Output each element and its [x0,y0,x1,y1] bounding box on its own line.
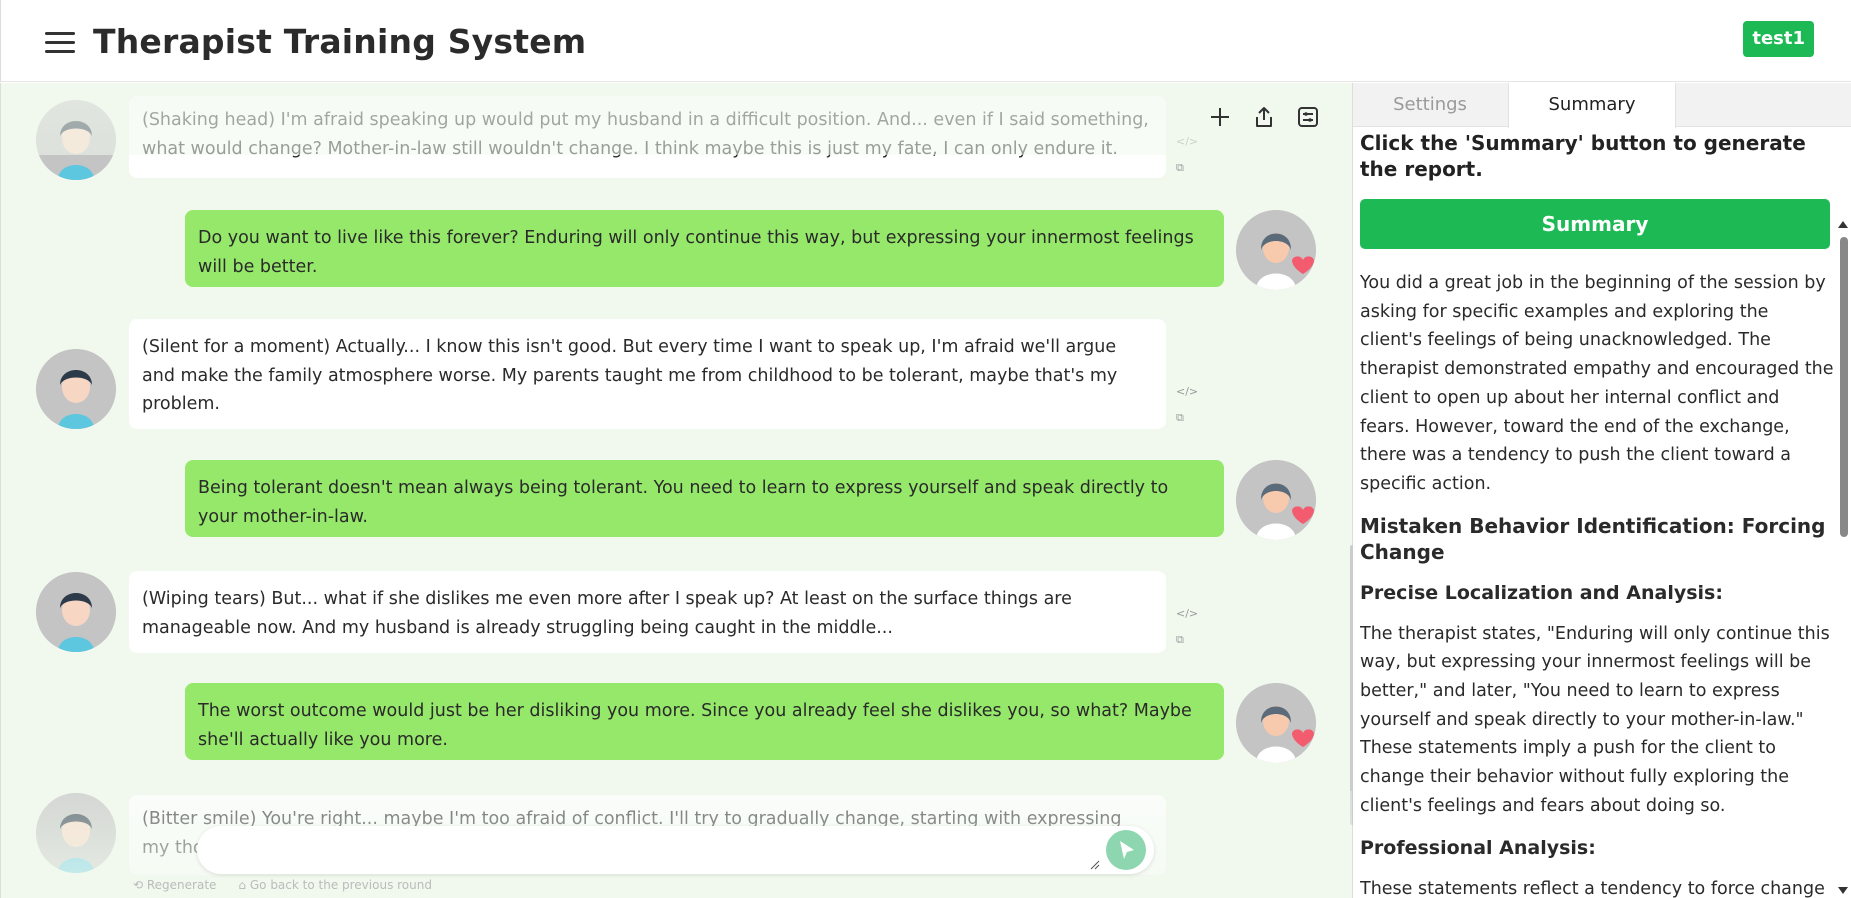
client-avatar [36,793,116,873]
panel-tabs: Settings Summary [1353,83,1851,128]
report-subheading: Precise Localization and Analysis: [1360,581,1723,604]
summary-prompt: Click the 'Summary' button to generate t… [1360,131,1806,181]
chat-toolbar [1208,105,1320,129]
report-paragraph: The therapist states, "Enduring will onl… [1360,623,1830,816]
report-intro: You did a great job in the beginning of … [1360,273,1834,494]
message-text: The worst outcome would just be her disl… [185,683,1224,760]
therapist-avatar [1236,210,1316,290]
settings-sliders-icon[interactable] [1296,105,1320,129]
copy-icon[interactable]: ⧉ [1176,411,1190,425]
summary-panel: Settings Summary Click the 'Summary' but… [1353,83,1851,898]
send-icon [1120,841,1134,859]
bottom-links: ⟲ Regenerate ⌂ Go back to the previous r… [133,878,432,892]
user-badge[interactable]: test1 [1743,21,1814,57]
menu-icon[interactable] [45,32,75,54]
therapist-avatar [1236,460,1316,540]
regenerate-link[interactable]: ⟲ Regenerate [133,878,216,892]
summary-content: Click the 'Summary' button to generate t… [1360,127,1835,898]
app-title: Therapist Training System [93,22,587,61]
report-heading: Mistaken Behavior Identification: Forcin… [1360,513,1826,564]
panel-scrollbar[interactable] [1837,127,1851,898]
client-avatar [36,572,116,652]
copy-icon[interactable]: ⧉ [1176,161,1190,175]
resize-grip-icon[interactable] [1090,860,1100,870]
client-avatar [36,349,116,429]
therapist-avatar [1236,683,1316,763]
code-icon[interactable]: </> [1176,385,1198,399]
message-input-bar [197,826,1154,874]
scroll-thumb[interactable] [1840,237,1848,537]
share-icon[interactable] [1252,105,1276,129]
client-avatar [36,100,116,180]
message-text: (Shaking head) I'm afraid speaking up wo… [129,96,1166,178]
add-icon[interactable] [1208,105,1232,129]
message-text: Being tolerant doesn't mean always being… [185,460,1224,537]
code-icon[interactable]: </> [1176,607,1198,621]
report-paragraph: These statements reflect a tendency to f… [1360,878,1825,898]
report-subheading: Professional Analysis: [1360,836,1596,859]
go-back-link[interactable]: ⌂ Go back to the previous round [238,878,432,892]
message-text: (Silent for a moment) Actually... I know… [129,319,1166,429]
tab-settings[interactable]: Settings [1353,83,1507,127]
message-text: (Wiping tears) But... what if she dislik… [129,571,1166,653]
top-bar: Therapist Training System test1 [0,0,1851,82]
copy-icon[interactable]: ⧉ [1176,633,1190,647]
summary-button[interactable]: Summary [1360,199,1830,249]
send-button[interactable] [1106,830,1146,870]
scroll-up-icon[interactable] [1838,221,1848,228]
code-icon[interactable]: </> [1176,135,1198,149]
summary-report: You did a great job in the beginning of … [1360,269,1834,898]
chat-area: (Shaking head) I'm afraid speaking up wo… [0,83,1352,898]
message-text: Do you want to live like this forever? E… [185,210,1224,287]
tab-summary[interactable]: Summary [1508,83,1676,128]
scroll-down-icon[interactable] [1838,887,1848,894]
message-input[interactable] [217,838,1077,864]
